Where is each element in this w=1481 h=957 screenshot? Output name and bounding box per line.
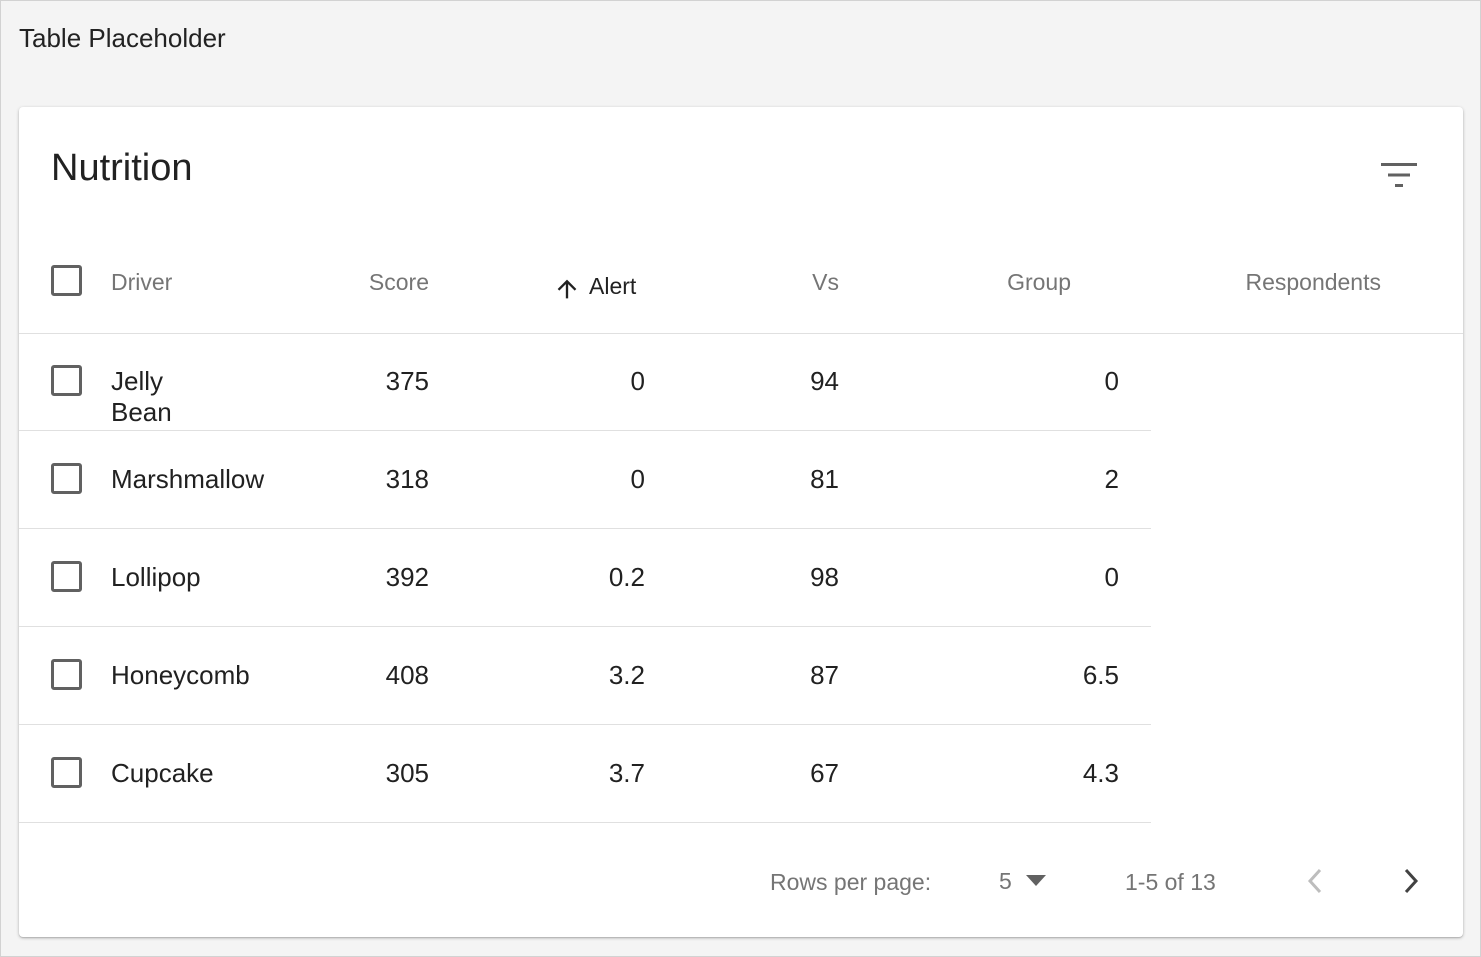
cell-driver: Marshmallow <box>111 464 265 494</box>
page-label: Table Placeholder <box>19 23 226 53</box>
cell-alert: 0.2 <box>608 562 645 592</box>
next-page-button[interactable] <box>1391 861 1431 901</box>
row-divider <box>19 626 1151 627</box>
row-checkbox[interactable] <box>51 757 82 788</box>
cell-vs: 94 <box>810 366 839 396</box>
cell-group: 6.5 <box>1082 660 1119 690</box>
cell-score: 318 <box>385 464 429 494</box>
column-header-group[interactable]: Group <box>919 269 1071 296</box>
row-divider <box>19 528 1151 529</box>
cell-alert: 3.2 <box>608 660 645 690</box>
row-checkbox[interactable] <box>51 365 82 396</box>
rows-per-page-value: 5 <box>999 867 1012 894</box>
cell-score: 375 <box>385 366 429 396</box>
cell-vs: 87 <box>810 660 839 690</box>
filter-button[interactable] <box>1375 151 1423 199</box>
caret-down-icon <box>1025 875 1046 886</box>
row-divider <box>19 430 1151 431</box>
rows-per-page-label: Rows per page: <box>770 869 932 895</box>
cell-alert: 0 <box>630 464 645 494</box>
column-header-alert-label: Alert <box>589 272 637 299</box>
data-table-card: Nutrition Driver Score Alert Vs Group Re… <box>19 107 1463 937</box>
select-all-checkbox[interactable] <box>51 265 82 296</box>
cell-driver: Jelly Bean <box>111 366 172 427</box>
table-title: Nutrition <box>51 147 193 189</box>
cell-group: 0 <box>1104 562 1119 592</box>
row-checkbox[interactable] <box>51 659 82 690</box>
cell-driver: Honeycomb <box>111 660 250 690</box>
filter-list-icon <box>1381 163 1417 187</box>
cell-alert: 3.7 <box>608 758 645 788</box>
cell-group: 4.3 <box>1082 758 1119 788</box>
row-checkbox[interactable] <box>51 561 82 592</box>
pagination-range: 1-5 of 13 <box>1125 869 1216 895</box>
row-divider <box>19 724 1151 725</box>
cell-driver: Cupcake <box>111 758 214 788</box>
cell-score: 392 <box>385 562 429 592</box>
column-header-vs[interactable]: Vs <box>719 269 839 296</box>
chevron-left-icon <box>1307 868 1322 894</box>
arrow-up-icon <box>557 279 577 299</box>
row-checkbox[interactable] <box>51 463 82 494</box>
column-header-driver[interactable]: Driver <box>111 269 172 296</box>
cell-group: 0 <box>1104 366 1119 396</box>
previous-page-button[interactable] <box>1295 861 1335 901</box>
cell-group: 2 <box>1104 464 1119 494</box>
cell-vs: 67 <box>810 758 839 788</box>
header-divider <box>19 333 1463 334</box>
cell-driver: Lollipop <box>111 562 201 592</box>
cell-score: 408 <box>385 660 429 690</box>
column-header-alert[interactable]: Alert <box>553 269 636 303</box>
row-divider <box>19 822 1151 823</box>
cell-alert: 0 <box>630 366 645 396</box>
column-header-respondents[interactable]: Respondents <box>1179 269 1381 296</box>
rows-per-page-select[interactable]: 5 <box>999 863 1046 899</box>
column-header-score[interactable]: Score <box>319 269 429 296</box>
cell-vs: 81 <box>810 464 839 494</box>
chevron-right-icon <box>1404 868 1419 894</box>
cell-vs: 98 <box>810 562 839 592</box>
cell-score: 305 <box>385 758 429 788</box>
